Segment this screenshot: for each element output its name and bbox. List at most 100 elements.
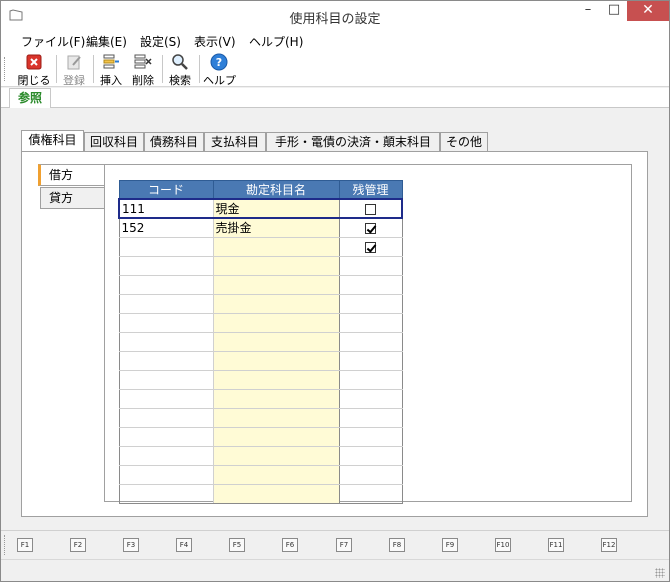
table-row[interactable] [118,255,403,276]
code-cell[interactable] [118,369,214,390]
column-header-code[interactable]: コード [118,180,214,200]
code-cell[interactable] [118,483,214,504]
table-row[interactable] [118,369,403,390]
account-name-cell[interactable] [212,255,340,276]
fkey-f10[interactable]: F10 [495,538,511,552]
code-cell[interactable]: 111 [118,198,214,219]
table-row[interactable] [118,293,403,314]
code-cell[interactable] [118,274,214,295]
fkey-f8[interactable]: F8 [389,538,405,552]
code-cell[interactable] [118,445,214,466]
account-name-cell[interactable] [212,331,340,352]
fkey-f7[interactable]: F7 [336,538,352,552]
fkey-f6[interactable]: F6 [282,538,298,552]
balance-management-checkbox[interactable] [365,241,376,253]
account-name-cell[interactable] [212,369,340,390]
account-name-cell[interactable] [212,426,340,447]
reference-tab[interactable]: 参照 [9,88,51,108]
code-cell[interactable] [118,236,214,257]
table-row[interactable] [118,350,403,371]
balance-management-cell[interactable] [338,198,403,219]
help-button[interactable]: ? ヘルプ [203,53,236,87]
balance-management-cell[interactable] [338,312,403,333]
balance-management-cell[interactable] [338,388,403,409]
table-row[interactable] [118,331,403,352]
account-name-cell[interactable] [212,407,340,428]
tab-receivable-accounts[interactable]: 債権科目 [21,130,84,152]
balance-management-cell[interactable] [338,350,403,371]
menu-help[interactable]: ヘルプ(H) [249,33,303,50]
account-name-cell[interactable]: 売掛金 [212,217,340,238]
account-name-cell[interactable] [212,464,340,485]
balance-management-cell[interactable] [338,369,403,390]
account-name-cell[interactable] [212,236,340,257]
balance-management-cell[interactable] [338,483,403,504]
fkey-f1[interactable]: F1 [17,538,33,552]
account-name-cell[interactable] [212,274,340,295]
account-name-cell[interactable] [212,350,340,371]
fkey-f12[interactable]: F12 [601,538,617,552]
maximize-button[interactable]: □ [601,1,627,21]
balance-management-cell[interactable] [338,236,403,257]
code-cell[interactable] [118,388,214,409]
table-row[interactable] [118,274,403,295]
balance-management-cell[interactable] [338,293,403,314]
balance-management-cell[interactable] [338,255,403,276]
table-row[interactable] [118,407,403,428]
tab-payment-accounts[interactable]: 支払科目 [204,132,266,152]
insert-row-button[interactable]: 挿入 [97,53,125,87]
account-name-cell[interactable] [212,483,340,504]
code-cell[interactable] [118,331,214,352]
table-row[interactable] [118,426,403,447]
column-header-balance-management[interactable]: 残管理 [338,180,403,200]
code-cell[interactable] [118,426,214,447]
table-row[interactable]: 111 現金 [118,198,403,219]
fkey-f3[interactable]: F3 [123,538,139,552]
balance-management-cell[interactable] [338,426,403,447]
code-cell[interactable]: 152 [118,217,214,238]
fkey-f9[interactable]: F9 [442,538,458,552]
menu-edit[interactable]: 編集(E) [86,33,127,50]
code-cell[interactable] [118,464,214,485]
account-name-cell[interactable] [212,293,340,314]
balance-management-checkbox[interactable] [365,222,376,234]
code-cell[interactable] [118,312,214,333]
menu-file[interactable]: ファイル(F) [21,33,85,50]
tab-collection-accounts[interactable]: 回収科目 [84,132,144,152]
code-cell[interactable] [118,407,214,428]
account-name-cell[interactable] [212,312,340,333]
code-cell[interactable] [118,293,214,314]
table-row[interactable] [118,236,403,257]
fkey-f2[interactable]: F2 [70,538,86,552]
table-row[interactable] [118,483,403,504]
table-row[interactable] [118,464,403,485]
balance-management-cell[interactable] [338,331,403,352]
tab-others[interactable]: その他 [440,132,488,152]
account-name-cell[interactable]: 現金 [212,198,340,219]
menu-view[interactable]: 表示(V) [194,33,236,50]
table-row[interactable] [118,312,403,333]
menu-settings[interactable]: 設定(S) [140,33,181,50]
fkey-f11[interactable]: F11 [548,538,564,552]
code-cell[interactable] [118,350,214,371]
balance-management-cell[interactable] [338,464,403,485]
column-header-account-name[interactable]: 勘定科目名 [212,180,340,200]
table-row[interactable] [118,445,403,466]
fkey-f4[interactable]: F4 [176,538,192,552]
balance-management-cell[interactable] [338,274,403,295]
register-button[interactable]: 登録 [59,53,89,87]
side-tab-debit[interactable]: 借方 [38,164,104,186]
tab-payable-accounts[interactable]: 債務科目 [144,132,204,152]
fkey-f5[interactable]: F5 [229,538,245,552]
table-row[interactable]: 152 売掛金 [118,217,403,238]
delete-row-button[interactable]: 削除 [129,53,157,87]
resize-grip[interactable] [655,568,665,578]
code-cell[interactable] [118,255,214,276]
balance-management-checkbox[interactable] [364,203,376,215]
balance-management-cell[interactable] [338,445,403,466]
close-window-button[interactable]: ✕ [627,1,669,21]
close-button[interactable]: 閉じる [15,53,53,87]
table-row[interactable] [118,388,403,409]
minimize-button[interactable]: – [575,1,601,21]
account-name-cell[interactable] [212,445,340,466]
